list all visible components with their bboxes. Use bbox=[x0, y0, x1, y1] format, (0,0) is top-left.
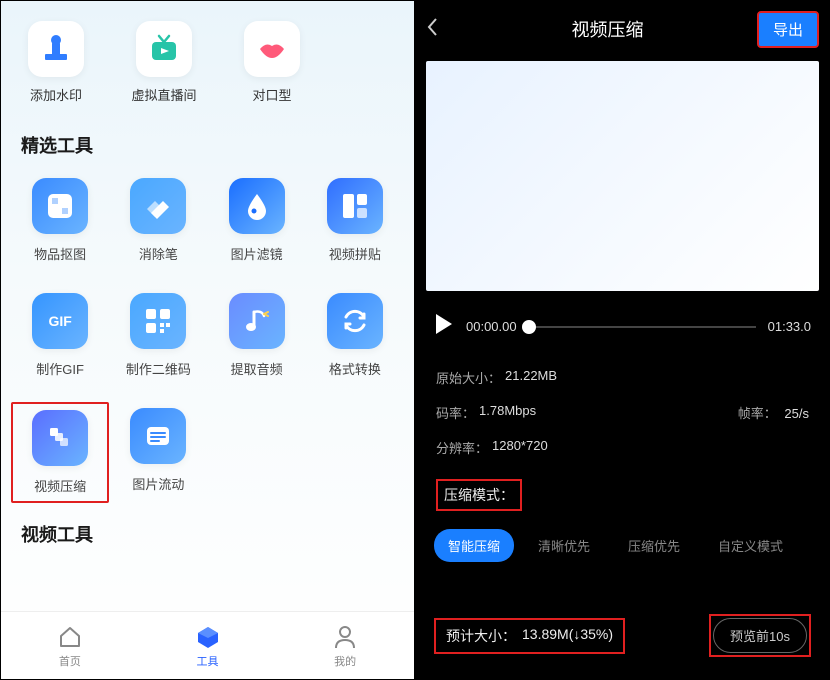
eraser-icon bbox=[130, 178, 186, 234]
gif-icon: GIF bbox=[32, 293, 88, 349]
profile-icon bbox=[331, 623, 359, 651]
tool-label: 物品抠图 bbox=[34, 244, 86, 263]
top-tool-label: 添加水印 bbox=[30, 85, 82, 104]
tools-icon bbox=[194, 623, 222, 651]
mode-tab-3[interactable]: 自定义模式 bbox=[704, 529, 797, 562]
estimate-label: 预计大小： bbox=[446, 626, 516, 646]
tool-item-convert[interactable]: 格式转换 bbox=[306, 287, 404, 384]
page-title: 视频压缩 bbox=[458, 16, 757, 42]
estimate-size: 预计大小： 13.89M(↓35%) bbox=[434, 618, 625, 654]
tool-label: 制作GIF bbox=[36, 359, 84, 378]
nav-home[interactable]: 首页 bbox=[1, 612, 139, 679]
info-resolution: 分辨率： 1280*720 bbox=[436, 430, 809, 465]
resolution-label: 分辨率： bbox=[436, 438, 488, 457]
convert-icon bbox=[327, 293, 383, 349]
header: 视频压缩 导出 bbox=[416, 1, 829, 57]
total-time: 01:33.0 bbox=[768, 319, 811, 334]
mode-tab-0[interactable]: 智能压缩 bbox=[434, 529, 514, 562]
bottom-nav: 首页 工具 我的 bbox=[1, 611, 414, 679]
video-compress-screen: 视频压缩 导出 00:00.00 01:33.0 原始大小： 21.22MB 码… bbox=[415, 0, 830, 680]
video-info: 原始大小： 21.22MB 码率： 1.78Mbps 帧率： 25/s 分辨率：… bbox=[416, 354, 829, 471]
top-tool-label: 对口型 bbox=[252, 85, 291, 104]
section-title-video: 视频工具 bbox=[1, 503, 414, 561]
tool-item-cutout[interactable]: 物品抠图 bbox=[11, 172, 109, 269]
bitrate-value: 1.78Mbps bbox=[479, 403, 536, 422]
flow-icon bbox=[130, 408, 186, 464]
current-time: 00:00.00 bbox=[466, 319, 517, 334]
preview-button-wrap: 预览前10s bbox=[709, 614, 811, 657]
top-tool-2[interactable]: 对口型 bbox=[227, 21, 317, 104]
mode-tabs: 智能压缩清晰优先压缩优先自定义模式 bbox=[416, 515, 829, 576]
stamp-icon bbox=[28, 21, 84, 77]
tool-label: 视频拼贴 bbox=[329, 244, 381, 263]
nav-label: 首页 bbox=[59, 653, 81, 669]
top-tool-0[interactable]: 添加水印 bbox=[11, 21, 101, 104]
video-preview[interactable] bbox=[426, 61, 819, 291]
nav-tools[interactable]: 工具 bbox=[139, 612, 277, 679]
progress-thumb[interactable] bbox=[522, 320, 536, 334]
nav-profile[interactable]: 我的 bbox=[276, 612, 414, 679]
tool-label: 图片滤镜 bbox=[231, 244, 283, 263]
mode-tab-1[interactable]: 清晰优先 bbox=[524, 529, 604, 562]
original-size-label: 原始大小： bbox=[436, 368, 501, 387]
estimate-value: 13.89M(↓35%) bbox=[522, 626, 613, 646]
play-button[interactable] bbox=[434, 313, 454, 340]
bottom-row: 预计大小： 13.89M(↓35%) 预览前10s bbox=[416, 598, 829, 679]
info-bitrate-fps: 码率： 1.78Mbps 帧率： 25/s bbox=[436, 395, 809, 430]
audio-icon bbox=[229, 293, 285, 349]
featured-tools-grid: 物品抠图 消除笔 图片滤镜 视频拼贴 GIF 制作GIF 制作二维码 提取音频 格式转换视频压缩… bbox=[1, 172, 414, 503]
drop-icon bbox=[229, 178, 285, 234]
tv-icon bbox=[136, 21, 192, 77]
compress-icon bbox=[32, 410, 88, 466]
info-original-size: 原始大小： 21.22MB bbox=[436, 360, 809, 395]
tool-label: 图片流动 bbox=[132, 474, 184, 493]
lips-icon bbox=[244, 21, 300, 77]
collage-icon bbox=[327, 178, 383, 234]
tool-label: 提取音频 bbox=[231, 359, 283, 378]
tool-label: 消除笔 bbox=[139, 244, 178, 263]
export-button[interactable]: 导出 bbox=[757, 11, 819, 48]
tool-item-eraser[interactable]: 消除笔 bbox=[109, 172, 207, 269]
tool-item-qr[interactable]: 制作二维码 bbox=[109, 287, 207, 384]
back-button[interactable] bbox=[426, 17, 458, 42]
home-icon bbox=[56, 623, 84, 651]
bitrate-label: 码率： bbox=[436, 403, 475, 422]
nav-label: 我的 bbox=[334, 653, 356, 669]
progress-slider[interactable] bbox=[529, 326, 756, 328]
tool-item-gif[interactable]: GIF 制作GIF bbox=[11, 287, 109, 384]
nav-label: 工具 bbox=[197, 653, 219, 669]
qr-icon bbox=[130, 293, 186, 349]
tool-label: 格式转换 bbox=[329, 359, 381, 378]
tool-item-compress[interactable]: 视频压缩 bbox=[11, 402, 109, 503]
player-controls: 00:00.00 01:33.0 bbox=[416, 295, 829, 354]
resolution-value: 1280*720 bbox=[492, 438, 548, 457]
tool-label: 视频压缩 bbox=[34, 476, 86, 495]
fps-label: 帧率： bbox=[738, 406, 777, 421]
tool-item-audio[interactable]: 提取音频 bbox=[208, 287, 306, 384]
section-title-featured: 精选工具 bbox=[1, 114, 414, 172]
compress-mode-label: 压缩模式： bbox=[436, 479, 522, 511]
tools-screen: 添加水印 虚拟直播间 对口型 精选工具 物品抠图 消除笔 图片滤镜 视频拼贴 GIF 制作GI… bbox=[0, 0, 415, 680]
top-tool-1[interactable]: 虚拟直播间 bbox=[119, 21, 209, 104]
tool-label: 制作二维码 bbox=[126, 359, 191, 378]
fps-value: 25/s bbox=[784, 406, 809, 421]
cutout-icon bbox=[32, 178, 88, 234]
tool-item-collage[interactable]: 视频拼贴 bbox=[306, 172, 404, 269]
tool-item-flow[interactable]: 图片流动 bbox=[109, 402, 207, 503]
top-tool-label: 虚拟直播间 bbox=[131, 85, 196, 104]
mode-label-row: 压缩模式： bbox=[416, 471, 829, 515]
preview-button[interactable]: 预览前10s bbox=[713, 618, 807, 653]
original-size-value: 21.22MB bbox=[505, 368, 557, 387]
tool-item-drop[interactable]: 图片滤镜 bbox=[208, 172, 306, 269]
mode-tab-2[interactable]: 压缩优先 bbox=[614, 529, 694, 562]
top-tools-row: 添加水印 虚拟直播间 对口型 bbox=[1, 1, 414, 114]
